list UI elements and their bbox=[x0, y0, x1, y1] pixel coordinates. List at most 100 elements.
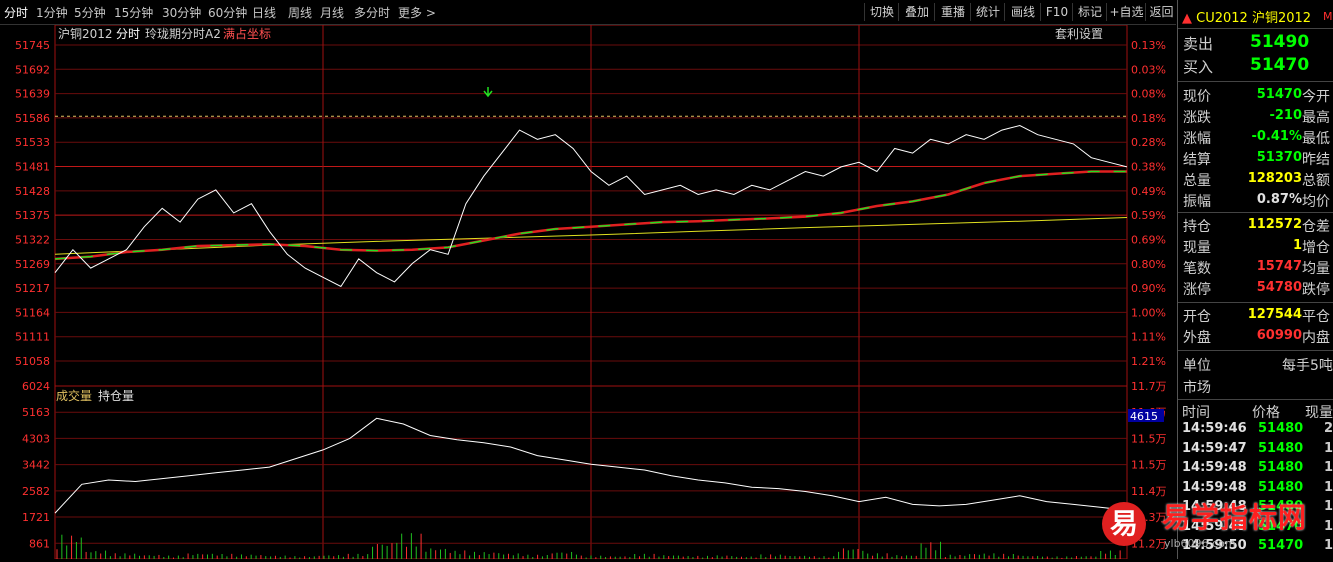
chart-header-3[interactable]: 满占坐标 bbox=[223, 26, 271, 41]
tab-1[interactable]: 1分钟 bbox=[36, 4, 68, 21]
quote-title-text: CU2012 沪铜2012 bbox=[1196, 11, 1312, 26]
toolbar-action-7[interactable]: +自选 bbox=[1106, 3, 1146, 21]
y-tick-left: 51745 bbox=[15, 39, 50, 52]
vol-tick-left: 1721 bbox=[22, 511, 50, 524]
tick-row: 14:59:47 51480 1 bbox=[1178, 441, 1333, 460]
row-label: 总量 bbox=[1183, 173, 1211, 189]
y-tick-left: 51058 bbox=[15, 355, 50, 368]
chart-header-2: 玲珑期分时A2 bbox=[145, 27, 221, 41]
row-label: 结算 bbox=[1183, 152, 1211, 168]
tab-10[interactable]: 更多 > bbox=[398, 4, 436, 21]
sep bbox=[1178, 81, 1333, 82]
sep bbox=[1178, 212, 1333, 213]
row-label: 振幅 bbox=[1183, 194, 1211, 210]
tab-9[interactable]: 多分时 bbox=[354, 4, 390, 21]
y-tick-left: 51692 bbox=[15, 63, 50, 76]
row-label2: 昨结 bbox=[1302, 152, 1330, 168]
tick-price: 51480 bbox=[1258, 440, 1304, 456]
open-interest-legend: 持仓量 bbox=[98, 388, 134, 403]
row-label: 涨停 bbox=[1183, 282, 1211, 298]
market-label: 市场 bbox=[1183, 380, 1211, 396]
y-tick-left: 51322 bbox=[15, 233, 50, 246]
row-value: 51470 bbox=[1256, 87, 1302, 102]
toolbar-action-4[interactable]: 画线 bbox=[1004, 3, 1041, 21]
row-label: 现价 bbox=[1183, 89, 1211, 105]
tab-2[interactable]: 5分钟 bbox=[74, 4, 106, 21]
ask-bid-value-0: 51490 bbox=[1250, 32, 1310, 52]
triangle-icon: ▲ bbox=[1182, 11, 1197, 26]
ticks-header-price: 价格 bbox=[1252, 405, 1280, 421]
y-tick-left: 51428 bbox=[15, 185, 50, 198]
toolbar-action-5[interactable]: F10 bbox=[1040, 3, 1073, 21]
row-label2: 均量 bbox=[1302, 261, 1330, 277]
tick-volume: 2 bbox=[1324, 421, 1333, 436]
tab-4[interactable]: 30分钟 bbox=[162, 4, 201, 21]
row-label: 现量 bbox=[1183, 240, 1211, 256]
vol-tick-right: 11.5万 bbox=[1131, 459, 1167, 472]
y-tick-right: 0.59% bbox=[1131, 209, 1166, 222]
tab-8[interactable]: 月线 bbox=[320, 4, 344, 21]
watermark-url: ylb6096.com bbox=[1164, 537, 1236, 550]
vol-tick-left: 4303 bbox=[22, 432, 50, 445]
row-label: 持仓 bbox=[1183, 219, 1211, 235]
tick-time: 14:59:46 bbox=[1182, 421, 1247, 436]
vol-tick-left: 6024 bbox=[22, 380, 50, 393]
toolbar-action-1[interactable]: 叠加 bbox=[898, 3, 935, 21]
tick-time: 14:59:47 bbox=[1182, 440, 1247, 456]
row-label2: 仓差 bbox=[1302, 219, 1330, 235]
vol-tick-left: 2582 bbox=[22, 485, 50, 498]
y-tick-right: 0.80% bbox=[1131, 258, 1166, 271]
toolbar-action-2[interactable]: 重播 bbox=[934, 3, 971, 21]
row-value: 15747 bbox=[1256, 259, 1302, 274]
row-label: 涨幅 bbox=[1183, 131, 1211, 147]
y-tick-right: 1.21% bbox=[1131, 355, 1166, 368]
row-label2: 最低 bbox=[1302, 131, 1330, 147]
arbitrage-settings-button[interactable]: 套利设置 bbox=[1055, 27, 1103, 41]
unit-value: 每手5吨 bbox=[1282, 358, 1333, 374]
current-marker: 4615 bbox=[1130, 410, 1158, 423]
y-tick-left: 51375 bbox=[15, 209, 50, 222]
sep bbox=[1178, 399, 1333, 400]
row-label2: 增仓 bbox=[1302, 240, 1330, 256]
row-value: -0.41% bbox=[1251, 129, 1303, 144]
tab-6[interactable]: 日线 bbox=[252, 4, 276, 21]
ask-bid-label-1: 买入 bbox=[1183, 58, 1214, 76]
row-value: 51370 bbox=[1256, 150, 1302, 165]
y-tick-left: 51533 bbox=[15, 136, 50, 149]
tick-row: 14:59:46 51480 2 bbox=[1178, 421, 1333, 440]
tab-3[interactable]: 15分钟 bbox=[114, 4, 153, 21]
ask-bid-label-0: 卖出 bbox=[1183, 35, 1214, 53]
timeshare-chart[interactable]: 沪铜2012 分时 玲珑期分时A2 满占坐标 套利设置 51745 0.13% 51692 0.… bbox=[0, 24, 1176, 560]
y-tick-right: 0.49% bbox=[1131, 185, 1166, 198]
tick-price: 51480 bbox=[1258, 421, 1304, 436]
row-value: 54780 bbox=[1256, 280, 1302, 295]
quote-title-suffix: M bbox=[1323, 10, 1333, 23]
vol-tick-right: 11.7万 bbox=[1131, 380, 1167, 393]
sep bbox=[1178, 302, 1333, 303]
tab-5[interactable]: 60分钟 bbox=[208, 4, 247, 21]
tick-row: 14:59:48 51480 1 bbox=[1178, 460, 1333, 479]
sep bbox=[1178, 350, 1333, 351]
period-toolbar: 分时 1分钟 5分钟 15分钟 30分钟 60分钟 日线 周线 月线 多分时 更多 > 切换 叠加 重播统… bbox=[0, 0, 1176, 25]
y-tick-right: 0.13% bbox=[1131, 39, 1166, 52]
row-label: 外盘 bbox=[1183, 330, 1211, 346]
toolbar-action-6[interactable]: 标记 bbox=[1072, 3, 1107, 21]
chart-area[interactable]: 沪铜2012 分时 玲珑期分时A2 满占坐标 套利设置 51745 0.13% 51692 0.… bbox=[0, 24, 1176, 560]
y-tick-left: 51111 bbox=[15, 331, 50, 344]
volume-title: 成交量 bbox=[56, 388, 92, 403]
row-value: 60990 bbox=[1256, 328, 1302, 343]
ask-bid-value-1: 51470 bbox=[1250, 55, 1310, 75]
arrow-down-icon bbox=[483, 87, 493, 98]
tab-0[interactable]: 分时 bbox=[4, 4, 28, 21]
vol-tick-right: 11.5万 bbox=[1131, 432, 1167, 445]
toolbar-action-0[interactable]: 切换 bbox=[864, 3, 899, 21]
tab-7[interactable]: 周线 bbox=[288, 4, 312, 21]
row-label2: 最高 bbox=[1302, 110, 1330, 126]
row-label2: 总额 bbox=[1302, 173, 1330, 189]
toolbar-action-3[interactable]: 统计 bbox=[970, 3, 1005, 21]
y-tick-left: 51164 bbox=[15, 306, 50, 319]
chart-header-0: 沪铜2012 bbox=[58, 26, 113, 41]
row-label2: 跌停 bbox=[1302, 282, 1330, 298]
y-tick-right: 0.28% bbox=[1131, 136, 1166, 149]
toolbar-action-8[interactable]: 返回 bbox=[1145, 3, 1177, 21]
